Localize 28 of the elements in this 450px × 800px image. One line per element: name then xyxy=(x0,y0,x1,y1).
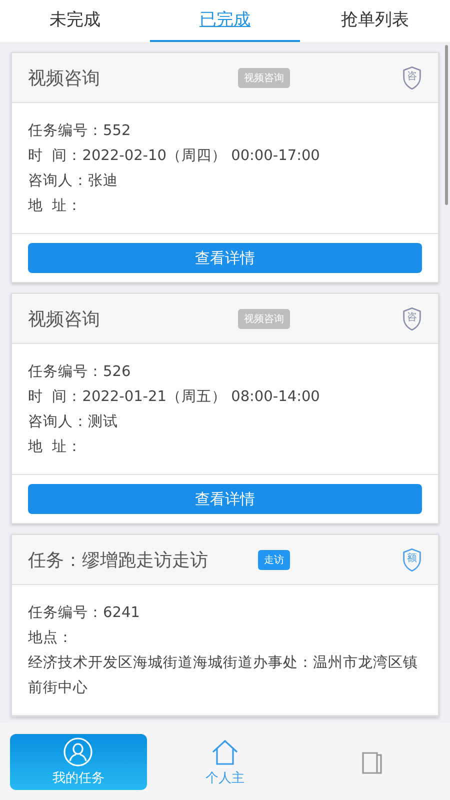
task-tag: 视频咨询 xyxy=(238,308,290,328)
tab[interactable]: 未完成 xyxy=(0,0,150,42)
task-detail: 时 间：2022-02-10（周四） 00:00-17:00 xyxy=(28,147,321,166)
shield-icon: 咨 xyxy=(402,66,422,90)
shield-icon: 咨 xyxy=(402,306,422,330)
card-title: 任务：缪增跑走访走访 xyxy=(28,548,209,572)
tab[interactable]: 已完成 xyxy=(150,0,300,42)
task-detail: 经济技术开发区海城街道海城街道办事处：温州市龙湾区镇前街中心 xyxy=(28,654,419,698)
task-detail: 地 址： xyxy=(28,197,84,216)
tab[interactable]: 抢单列表 xyxy=(300,0,450,42)
card-title: 视频咨询 xyxy=(28,308,101,330)
task-detail: 任务编号：6241 xyxy=(28,604,141,623)
task-tag: 走访 xyxy=(258,550,290,570)
nav-item[interactable]: 个人主 xyxy=(156,734,294,790)
view-details-button[interactable]: 查看详情 xyxy=(28,484,422,514)
task-detail: 任务编号：526 xyxy=(28,363,132,382)
task-detail: 地 址： xyxy=(28,438,84,457)
user-icon xyxy=(63,736,94,766)
task-detail: 时 间：2022-01-21（周五） 08:00-14:00 xyxy=(28,388,321,407)
task-detail: 咨询人：张迪 xyxy=(28,172,119,191)
view-details-button[interactable]: 查看详情 xyxy=(28,243,422,273)
shield-icon: 额 xyxy=(402,548,422,572)
task-tag: 视频咨询 xyxy=(238,68,290,88)
task-detail: 任务编号：552 xyxy=(28,122,132,141)
card-title: 视频咨询 xyxy=(28,66,101,90)
task-detail: 地点： xyxy=(28,629,74,648)
nav-item[interactable]: 我的任务 xyxy=(10,734,147,790)
task-detail: 咨询人：测试 xyxy=(28,413,119,432)
